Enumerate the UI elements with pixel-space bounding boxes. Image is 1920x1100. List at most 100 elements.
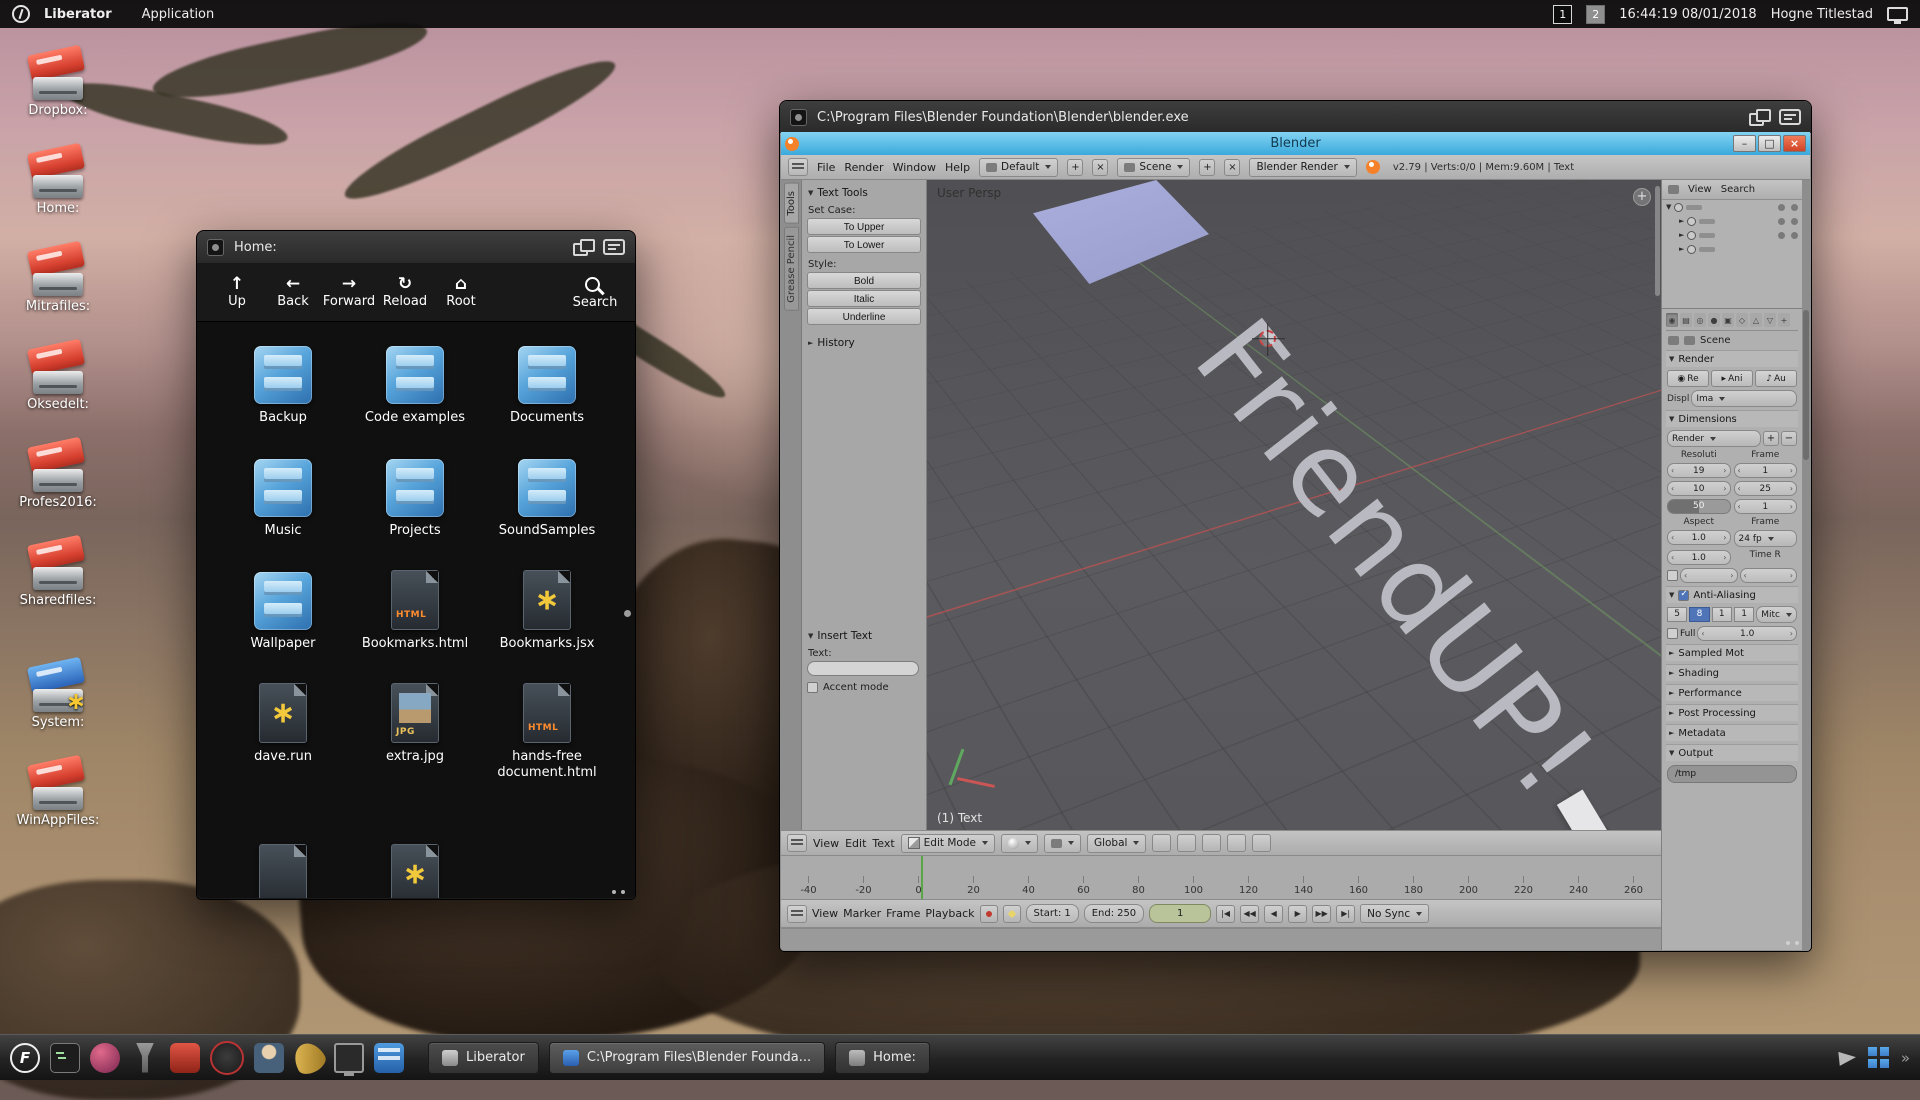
resolution-y-field[interactable]: ‹10› [1667,481,1731,496]
forward-button[interactable]: → Forward [321,276,377,309]
file-item[interactable]: Wallpaper [217,566,349,679]
resolution-x-field[interactable]: ‹19› [1667,463,1731,478]
desktop-icon-home[interactable]: Home: [8,148,108,216]
properties-region-toggle-icon[interactable]: + [1633,188,1651,206]
restrict-icon[interactable] [1778,232,1785,239]
properties-tab-object[interactable]: ▣ [1722,313,1734,327]
file-item[interactable]: JPG extra.jpg [349,679,481,792]
anti-aliasing-checkbox[interactable] [1678,590,1689,601]
minimize-button[interactable]: – [1733,135,1756,152]
outliner-row[interactable]: ▼ [1662,200,1802,214]
fps-selector[interactable]: 24 fp [1734,530,1798,547]
overflow-chevrons-icon[interactable]: » [1901,1049,1910,1067]
frame-end-field[interactable]: End: 250 [1084,904,1144,923]
render-engine-selector[interactable]: Blender Render [1249,158,1356,177]
properties-tab-constraints[interactable]: ◇ [1736,313,1748,327]
tools-app-icon[interactable] [130,1043,160,1073]
add-scene-button[interactable]: + [1199,159,1215,176]
remove-preset-button[interactable]: − [1781,431,1797,446]
tab-tools[interactable]: Tools [784,183,799,224]
resize-grip[interactable] [621,890,625,894]
properties-tab-scene[interactable]: ◎ [1694,313,1706,327]
task-blender[interactable]: C:\Program Files\Blender Founda... [549,1042,825,1074]
menu-render[interactable]: Render [844,161,883,174]
metadata-panel-header[interactable]: ► Metadata [1666,724,1798,741]
restrict-icon[interactable] [1791,232,1798,239]
restrict-icon[interactable] [1778,218,1785,225]
mode-selector[interactable]: Edit Mode [901,834,995,853]
full-sample-checkbox[interactable] [1667,628,1678,639]
properties-tab-layers[interactable]: ▤ [1680,313,1692,327]
time-new-field[interactable]: ‹› [1740,568,1798,583]
file-item[interactable]: ∗ dave.run [217,679,349,792]
dimensions-panel-header[interactable]: ▼ Dimensions [1666,410,1798,427]
desktop-icon-oksedelt[interactable]: Oksedelt: [8,344,108,412]
liberator-logo-icon[interactable] [12,5,30,23]
menu-file[interactable]: File [817,161,835,174]
application-menu[interactable]: Application [142,7,215,22]
reload-button[interactable]: ↻ Reload [377,276,433,309]
search-button[interactable]: Search [567,275,623,310]
menu-help[interactable]: Help [945,161,970,174]
restrict-icon[interactable] [1791,204,1798,211]
next-keyframe-button[interactable]: ▶▶ [1312,905,1331,923]
sphere-app-icon[interactable] [90,1043,120,1073]
insert-text-panel-header[interactable]: ▼ Insert Text [808,630,918,642]
snap-magnet-icon[interactable] [1152,834,1171,852]
prev-keyframe-button[interactable]: ◀◀ [1240,905,1259,923]
render-opengl-anim-icon[interactable] [1252,834,1271,852]
back-button[interactable]: ← Back [265,276,321,309]
file-manager-titlebar[interactable]: Home: [197,231,635,263]
sync-mode-selector[interactable]: No Sync [1360,904,1429,923]
outliner-row[interactable]: ► [1662,228,1802,242]
aa-samples-5[interactable]: 5 [1667,607,1687,622]
file-item[interactable]: HTML Bookmarks.html [349,566,481,679]
desktop-icon-winappfiles[interactable]: WinAppFiles: [8,760,108,828]
workspace-send-icon[interactable] [573,239,593,255]
menu-playback[interactable]: Playback [925,907,974,920]
filter-size-field[interactable]: ‹1.0› [1697,626,1797,641]
properties-tab-data[interactable]: △ [1750,313,1762,327]
outliner-row[interactable]: ► [1662,242,1802,256]
menu-view[interactable]: View [812,907,838,920]
properties-scrollbar[interactable] [1802,180,1810,950]
aa-samples-11[interactable]: 1 [1712,607,1732,622]
file-item[interactable]: Backup [217,340,349,453]
resize-grip[interactable] [1795,941,1799,945]
outliner-menu-search[interactable]: Search [1721,184,1755,195]
maximize-button[interactable]: □ [1758,135,1781,152]
file-item[interactable]: Code examples [349,340,481,453]
blender-inner-titlebar[interactable]: Blender – □ × [781,132,1810,155]
outliner-row[interactable]: ► [1662,214,1802,228]
window-mode-icon[interactable] [603,239,625,255]
aa-samples-16[interactable]: 1 [1734,607,1754,622]
window-mode-icon[interactable] [1779,109,1801,125]
current-frame-field[interactable]: 1 [1149,904,1211,923]
author-app-icon[interactable] [289,1037,330,1078]
render-preset-selector[interactable]: Render [1667,430,1761,447]
app-grid-icon[interactable] [1868,1047,1889,1068]
post-processing-panel-header[interactable]: ► Post Processing [1666,704,1798,721]
properties-tab-material[interactable]: ▽ [1764,313,1776,327]
up-button[interactable]: ↑ Up [209,276,265,309]
orientation-selector[interactable]: Global [1087,834,1147,853]
snap-element-icon[interactable] [1177,834,1196,852]
delete-scene-button[interactable]: × [1224,159,1240,176]
red-app-icon[interactable] [170,1043,200,1073]
shading-panel-header[interactable]: ► Shading [1666,664,1798,681]
blender-outer-titlebar[interactable]: C:\Program Files\Blender Foundation\Blen… [780,101,1811,133]
properties-tab-render[interactable]: ◉ [1666,313,1678,327]
scene-selector[interactable]: Scene [1117,158,1190,177]
window-menu-icon[interactable] [207,239,224,256]
pin-icon[interactable] [1668,336,1679,345]
restrict-icon[interactable] [1791,218,1798,225]
properties-tab-texture[interactable]: + [1778,313,1790,327]
underline-button[interactable]: Underline [807,308,921,325]
menu-view[interactable]: View [813,837,839,850]
aspect-y-field[interactable]: ‹1.0› [1667,550,1731,565]
workspace-1-button[interactable]: 1 [1553,5,1572,24]
aspect-x-field[interactable]: ‹1.0› [1667,530,1731,545]
render-opengl-icon[interactable] [1227,834,1246,852]
desktop-icon-system[interactable]: ∗ System: [8,662,108,730]
sampled-motion-blur-panel-header[interactable]: ► Sampled Mot [1666,644,1798,661]
